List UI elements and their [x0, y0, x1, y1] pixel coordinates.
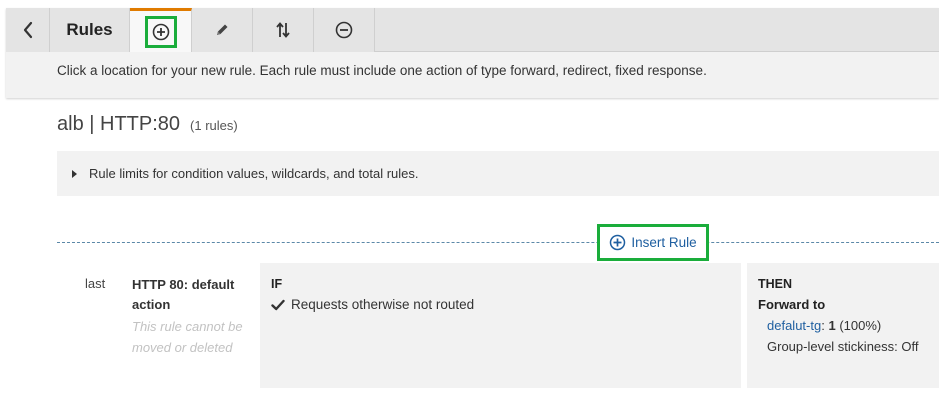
if-label: IF — [271, 277, 283, 291]
plus-circle-icon — [610, 234, 626, 251]
chevron-left-icon — [23, 21, 32, 39]
rule-limits-expander[interactable]: Rule limits for condition values, wildca… — [57, 151, 939, 196]
plus-circle-icon — [152, 23, 169, 40]
caret-right-icon — [72, 169, 77, 178]
toolbar-hint: Click a location for your new rule. Each… — [57, 63, 707, 78]
target-group-line: defalut-tg: 1 (100%) — [767, 318, 881, 333]
rule-condition: Requests otherwise not routed — [271, 297, 474, 312]
back-button[interactable] — [6, 8, 50, 52]
rule-order: last — [85, 276, 106, 291]
add-rule-highlight — [144, 15, 177, 48]
minus-circle-icon — [335, 21, 353, 39]
rule-conditions-panel: IF Requests otherwise not routed — [260, 263, 741, 388]
listener-header: alb | HTTP:80 (1 rules) — [57, 113, 238, 136]
rules-toolbar-panel: Rules Click a location for your new rule… — [6, 8, 939, 98]
pencil-icon — [217, 24, 228, 35]
target-group-link[interactable]: defalut-tg — [767, 318, 821, 333]
insert-location-line[interactable] — [57, 242, 939, 243]
target-separator: : — [821, 318, 825, 333]
toolbar-title: Rules — [50, 8, 130, 52]
target-percent: (100%) — [839, 318, 882, 333]
action-type: Forward to — [758, 297, 826, 312]
rules-toolbar: Rules — [6, 8, 939, 52]
add-rule-tab[interactable] — [130, 8, 192, 52]
rule-actions-panel: THEN Forward to defalut-tg: 1 (100%) Gro… — [747, 263, 939, 388]
rule-name: HTTP 80: default action — [132, 277, 235, 312]
insert-rule-label: Insert Rule — [631, 235, 697, 250]
reorder-rules-tab[interactable] — [253, 8, 314, 52]
delete-rules-tab[interactable] — [314, 8, 375, 52]
edit-rules-tab[interactable] — [192, 8, 253, 52]
condition-text: Requests otherwise not routed — [291, 297, 475, 312]
rule-note: This rule cannot be moved or deleted — [132, 319, 243, 355]
check-icon — [271, 299, 285, 310]
sort-arrows-icon — [276, 22, 290, 38]
listener-title: alb | HTTP:80 — [57, 113, 181, 135]
stickiness-status: Group-level stickiness: Off — [767, 339, 919, 354]
rule-row: last HTTP 80: default action This rule c… — [57, 263, 939, 388]
rule-limits-label: Rule limits for condition values, wildca… — [89, 166, 419, 181]
then-label: THEN — [758, 277, 793, 291]
target-weight: 1 — [828, 318, 836, 333]
insert-rule-button[interactable]: Insert Rule — [597, 224, 709, 261]
rule-count: (1 rules) — [190, 118, 238, 133]
